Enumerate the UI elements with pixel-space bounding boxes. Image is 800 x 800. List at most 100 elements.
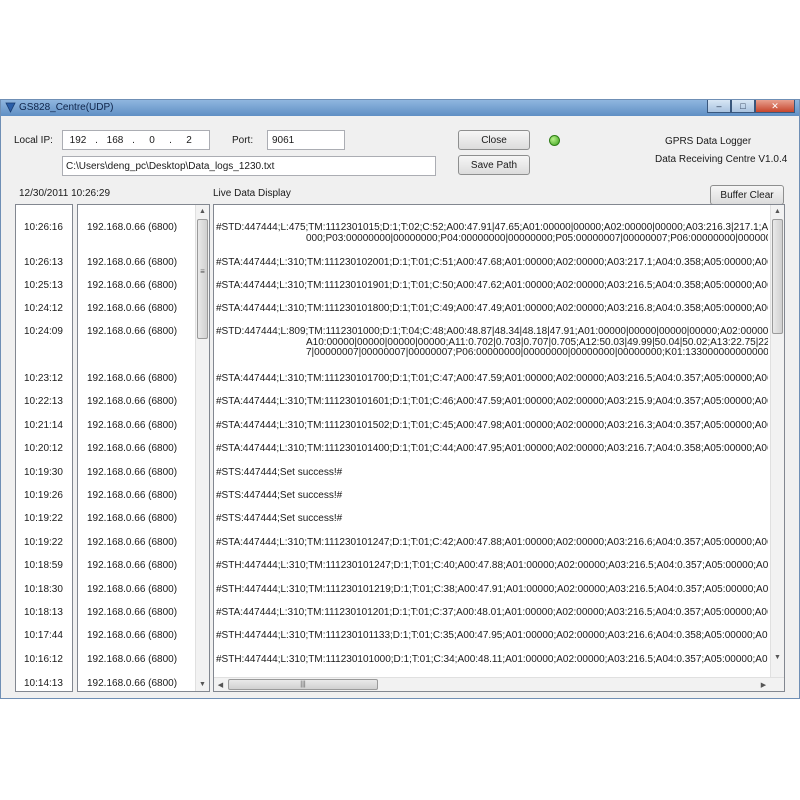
window-controls: – □ ✕ xyxy=(707,100,795,114)
log-source[interactable]: 192.168.0.66 (6800) xyxy=(87,513,177,524)
log-source[interactable]: 192.168.0.66 (6800) xyxy=(87,326,177,337)
port-label: Port: xyxy=(232,135,254,146)
live-data-label: Live Data Display xyxy=(213,188,291,199)
log-message[interactable]: #STA:447444;L:310;TM:111230101247;D:1;T:… xyxy=(216,537,768,548)
log-source[interactable]: 192.168.0.66 (6800) xyxy=(87,584,177,595)
log-path-input[interactable]: C:\Users\deng_pc\Desktop\Data_logs_1230.… xyxy=(62,156,436,176)
ip-octet-1[interactable]: 192 xyxy=(63,135,93,146)
log-source[interactable]: 192.168.0.66 (6800) xyxy=(87,396,177,407)
log-message[interactable]: #STH:447444;L:310;TM:111230101247;D:1;T:… xyxy=(216,560,768,571)
log-message[interactable]: #STA:447444;L:310;TM:111230101800;D:1;T:… xyxy=(216,303,768,314)
log-time[interactable]: 10:19:30 xyxy=(24,467,63,478)
log-message[interactable]: #STA:447444;L:310;TM:111230101400;D:1;T:… xyxy=(216,443,768,454)
app-window: GS828_Centre(UDP) – □ ✕ Local IP: 192 . … xyxy=(0,99,800,699)
log-message[interactable]: #STA:447444;L:310;TM:111230101901;D:1;T:… xyxy=(216,280,768,291)
scroll-up-icon[interactable]: ▲ xyxy=(196,205,209,218)
log-time[interactable]: 10:19:22 xyxy=(24,513,63,524)
log-source[interactable]: 192.168.0.66 (6800) xyxy=(87,303,177,314)
title-bar[interactable]: GS828_Centre(UDP) – □ ✕ xyxy=(1,100,799,116)
log-source[interactable]: 192.168.0.66 (6800) xyxy=(87,630,177,641)
app-version: Data Receiving Centre V1.0.4 xyxy=(655,154,788,165)
log-time[interactable]: 10:20:12 xyxy=(24,443,63,454)
log-time[interactable]: 10:18:30 xyxy=(24,584,63,595)
log-source[interactable]: 192.168.0.66 (6800) xyxy=(87,607,177,618)
source-list-scroll-thumb[interactable] xyxy=(197,219,208,339)
log-message[interactable]: #STA:447444;L:310;TM:111230101201;D:1;T:… xyxy=(216,607,768,618)
log-time[interactable]: 10:26:16 xyxy=(24,222,63,233)
log-message[interactable]: 000;P03:00000000|00000000;P04:00000000|0… xyxy=(306,233,768,244)
log-message[interactable]: #STA:447444;L:310;TM:111230101502;D:1;T:… xyxy=(216,420,768,431)
log-time[interactable]: 10:23:12 xyxy=(24,373,63,384)
log-message[interactable]: A10:00000|00000|00000|00000;A11:0.702|0.… xyxy=(306,337,768,348)
log-message[interactable]: 7|00000007|00000007|00000007;P06:0000000… xyxy=(306,347,768,358)
scroll-up-icon[interactable]: ▲ xyxy=(771,205,784,218)
ip-octet-2[interactable]: 168 xyxy=(100,135,130,146)
save-path-button[interactable]: Save Path xyxy=(458,155,530,175)
log-time[interactable]: 10:18:13 xyxy=(24,607,63,618)
log-message[interactable]: #STD:447444;L:475;TM:1112301015;D:1;T:02… xyxy=(216,222,768,233)
scroll-right-icon[interactable]: ▶ xyxy=(757,678,770,691)
ip-octet-4[interactable]: 2 xyxy=(174,135,204,146)
log-time[interactable]: 10:19:26 xyxy=(24,490,63,501)
log-message[interactable]: #STS:447444;Set success!# xyxy=(216,513,768,524)
log-time[interactable]: 10:25:13 xyxy=(24,280,63,291)
log-source[interactable]: 192.168.0.66 (6800) xyxy=(87,443,177,454)
source-list-scrollbar[interactable]: ▲ ≡ ▼ xyxy=(195,205,209,691)
live-data-vscroll-thumb[interactable] xyxy=(772,219,783,334)
log-time[interactable]: 10:14:13 xyxy=(24,678,63,689)
log-time[interactable]: 10:21:14 xyxy=(24,420,63,431)
live-data-display[interactable]: #STH:447444;L:310;TM:111230101000;D:1;T:… xyxy=(213,204,785,692)
log-source[interactable]: 192.168.0.66 (6800) xyxy=(87,373,177,384)
time-list[interactable]: 10:14:13 10:16:12 10:17:44 10:18:13 10:18:30… xyxy=(15,204,73,692)
ip-dot: . xyxy=(95,134,98,146)
log-message[interactable]: #STS:447444;Set success!# xyxy=(216,467,768,478)
close-button[interactable]: Close xyxy=(458,130,530,150)
ip-dot: . xyxy=(169,134,172,146)
log-source[interactable]: 192.168.0.66 (6800) xyxy=(87,222,177,233)
log-time[interactable]: 10:16:12 xyxy=(24,654,63,665)
log-source[interactable]: 192.168.0.66 (6800) xyxy=(87,560,177,571)
scroll-grip-icon: ≡ xyxy=(200,267,205,276)
log-source[interactable]: 192.168.0.66 (6800) xyxy=(87,654,177,665)
log-source[interactable]: 192.168.0.66 (6800) xyxy=(87,490,177,501)
log-time[interactable]: 10:26:13 xyxy=(24,257,63,268)
buffer-clear-button[interactable]: Buffer Clear xyxy=(710,185,784,205)
scroll-down-icon[interactable]: ▼ xyxy=(196,678,209,691)
app-name: GPRS Data Logger xyxy=(665,136,752,147)
log-time[interactable]: 10:18:59 xyxy=(24,560,63,571)
log-source[interactable]: 192.168.0.66 (6800) xyxy=(87,537,177,548)
source-list[interactable]: 192.168.0.66 (6800) 192.168.0.66 (6800) 19… xyxy=(77,204,210,692)
log-time[interactable]: 10:24:12 xyxy=(24,303,63,314)
ip-octet-3[interactable]: 0 xyxy=(137,135,167,146)
log-time[interactable]: 10:24:09 xyxy=(24,326,63,337)
port-input[interactable]: 9061 xyxy=(267,130,345,150)
log-message[interactable]: #STH:447444;L:310;TM:111230101219;D:1;T:… xyxy=(216,584,768,595)
local-ip-input[interactable]: 192 . 168 . 0 . 2 xyxy=(62,130,210,150)
log-source[interactable]: 192.168.0.66 (6800) xyxy=(87,467,177,478)
log-message[interactable]: #STS:447444;Set success!# xyxy=(216,490,768,501)
live-data-hscroll-thumb[interactable]: ||| xyxy=(228,679,378,690)
log-message[interactable]: #STA:447444;L:310;TM:111230101601;D:1;T:… xyxy=(216,396,768,407)
log-time[interactable]: 10:22:13 xyxy=(24,396,63,407)
app-icon xyxy=(5,102,16,113)
maximize-icon[interactable]: □ xyxy=(731,100,755,113)
log-message[interactable]: #STA:447444;L:310;TM:111230101700;D:1;T:… xyxy=(216,373,768,384)
log-message[interactable]: #STA:447444;L:310;TM:111230102001;D:1;T:… xyxy=(216,257,768,268)
log-time[interactable]: 10:19:22 xyxy=(24,537,63,548)
ip-dot: . xyxy=(132,134,135,146)
minimize-icon[interactable]: – xyxy=(707,100,731,113)
log-time[interactable]: 10:17:44 xyxy=(24,630,63,641)
log-source[interactable]: 192.168.0.66 (6800) xyxy=(87,678,177,689)
window-title: GS828_Centre(UDP) xyxy=(19,102,114,113)
log-source[interactable]: 192.168.0.66 (6800) xyxy=(87,280,177,291)
close-icon[interactable]: ✕ xyxy=(755,100,795,113)
log-message[interactable]: #STH:447444;L:310;TM:111230101133;D:1;T:… xyxy=(216,630,768,641)
log-source[interactable]: 192.168.0.66 (6800) xyxy=(87,420,177,431)
log-message[interactable]: #STD:447444;L:809;TM:1112301000;D:1;T:04… xyxy=(216,326,768,337)
live-data-vscrollbar[interactable]: ▲ ▼ xyxy=(770,205,784,679)
log-message[interactable]: #STH:447444;L:310;TM:111230101000;D:1;T:… xyxy=(216,654,768,665)
log-source[interactable]: 192.168.0.66 (6800) xyxy=(87,257,177,268)
live-data-hscrollbar[interactable]: ◀ ||| ▶ xyxy=(214,677,784,691)
scroll-left-icon[interactable]: ◀ xyxy=(214,678,227,691)
scroll-down-icon[interactable]: ▼ xyxy=(771,651,784,664)
